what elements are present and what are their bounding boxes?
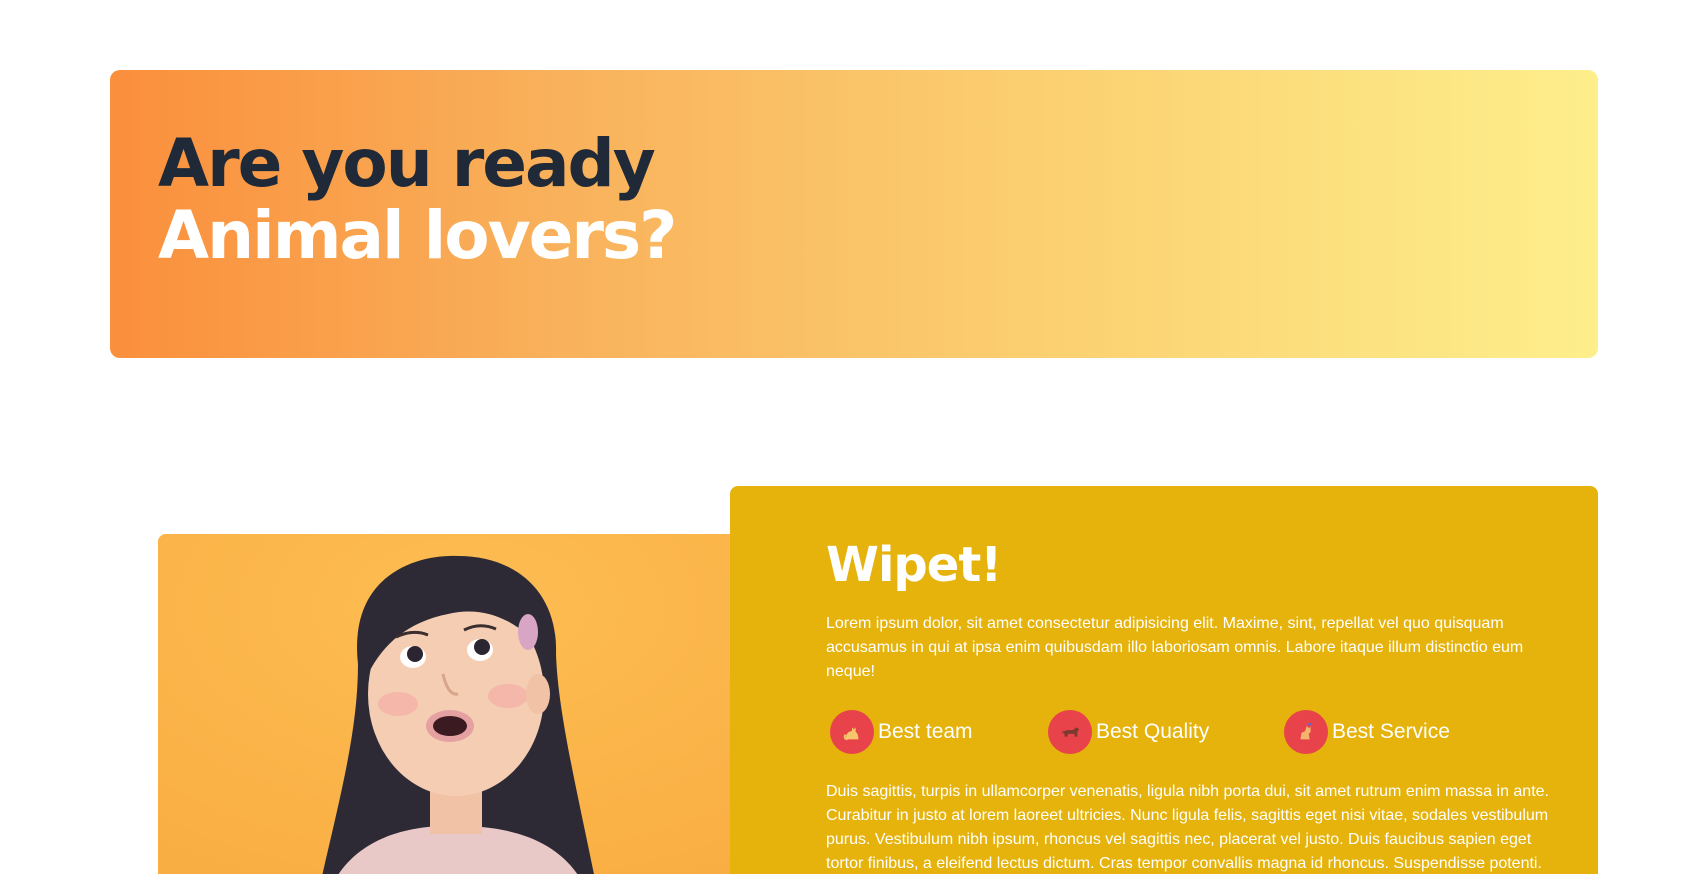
hero-banner: Are you ready Animal lovers? [110, 70, 1598, 358]
about-intro: Lorem ipsum dolor, sit amet consectetur … [826, 615, 1524, 680]
about-card: Wipet! Lorem ipsum dolor, sit amet conse… [730, 486, 1598, 874]
page: Are you ready Animal lovers? Wipet! Lore… [0, 0, 1701, 874]
child-photo [158, 534, 778, 874]
cat-icon-glyph [843, 727, 859, 741]
cat-icon [830, 710, 874, 754]
feature-best-team: Best team [830, 710, 1048, 754]
feature-label: Best Quality [1096, 720, 1210, 743]
hero-heading-line1: Are you ready [158, 125, 656, 202]
pet-icon [1284, 710, 1328, 754]
pet-icon-glyph [1300, 722, 1312, 740]
hero-heading: Are you ready Animal lovers? [158, 128, 1598, 272]
feature-best-service: Best Service [1284, 710, 1450, 754]
about-title: Wipet! [826, 537, 1002, 593]
about-body: Duis sagittis, turpis in ullamcorper ven… [826, 783, 1549, 872]
hero-heading-line2: Animal lovers? [158, 197, 677, 274]
feature-label: Best Service [1332, 720, 1450, 743]
feature-list: Best team Best Quality Best Service [830, 710, 1568, 754]
dog-icon [1048, 710, 1092, 754]
feature-label: Best team [878, 720, 973, 743]
child-photo-image [158, 534, 778, 874]
feature-best-quality: Best Quality [1048, 710, 1284, 754]
dog-icon-glyph [1061, 727, 1080, 737]
